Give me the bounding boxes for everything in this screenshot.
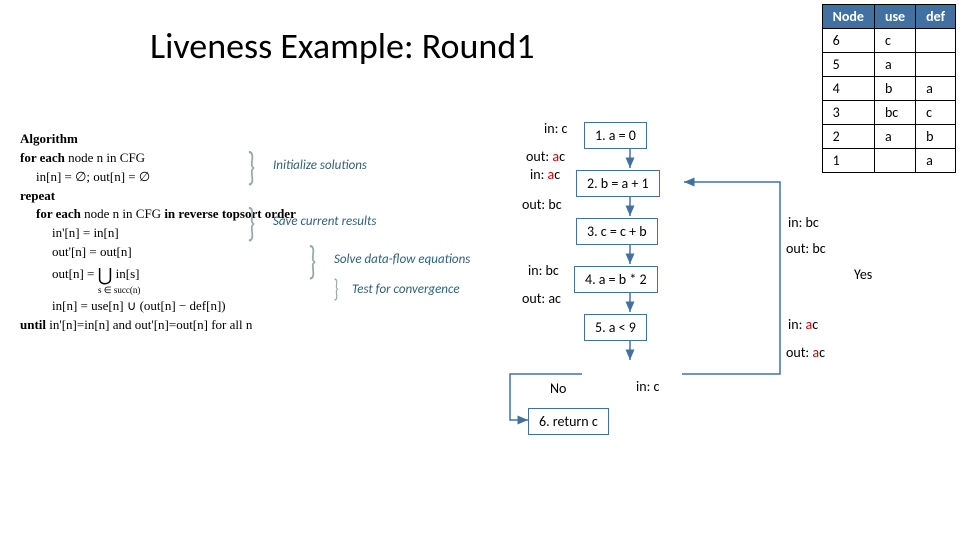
flow-node-5: 5. a < 9 (584, 314, 647, 341)
out-label: out: bc (522, 196, 562, 213)
out-label: out: bc (786, 240, 826, 257)
annotation: Test for convergence (352, 282, 460, 297)
algo-line: in'[n] = in[n] (20, 224, 440, 243)
algorithm-block: Algorithm for each for each node n in CF… (20, 130, 440, 335)
table-row: 6c (822, 29, 955, 53)
table-row: 4ba (822, 77, 955, 101)
algo-heading: Algorithm (20, 130, 440, 149)
out-label: out: ac (522, 290, 561, 307)
algo-line: for each node n in CFG in reverse topsor… (20, 205, 440, 224)
algo-line: in[n] = use[n] ∪ (out[n] − def[n]) (20, 297, 440, 316)
yes-label: Yes (854, 266, 872, 283)
brace-icon: } (248, 198, 256, 247)
out-label: out: ac (526, 148, 565, 165)
flow-node-4: 4. a = b * 2 (574, 266, 658, 293)
in-label: in: bc (528, 262, 559, 279)
flow-node-1: 1. a = 0 (584, 122, 647, 149)
flowchart: 1. a = 0 2. b = a + 1 3. c = c + b 4. a … (450, 120, 880, 520)
in-label: in: c (544, 120, 567, 137)
in-label: in: ac (788, 316, 818, 333)
algo-line: repeat (20, 187, 440, 206)
table-row: 5a (822, 53, 955, 77)
in-label: in: ac (530, 166, 560, 183)
no-label: No (550, 380, 566, 397)
brace-icon: } (248, 142, 256, 191)
in-label: in: bc (788, 214, 819, 231)
annotation: Initialize solutions (273, 158, 367, 173)
flow-node-3: 3. c = c + b (576, 218, 658, 245)
col-use: use (874, 5, 915, 29)
annotation: Save current results (273, 214, 376, 229)
col-node: Node (822, 5, 874, 29)
brace-icon: } (309, 236, 317, 285)
flow-node-6: 6. return c (528, 408, 609, 435)
page-title: Liveness Example: Round1 (150, 24, 535, 68)
brace-icon: } (334, 272, 339, 304)
algo-line: for each for each node n in CFGnode n in… (20, 149, 440, 168)
algo-line: in[n] = ∅; out[n] = ∅ (20, 168, 440, 187)
in-label: in: c (636, 378, 659, 395)
flow-node-2: 2. b = a + 1 (576, 170, 660, 197)
algo-line: until in'[n]=in[n] and out'[n]=out[n] fo… (20, 316, 440, 335)
col-def: def (916, 5, 956, 29)
out-label: out: ac (786, 344, 825, 361)
